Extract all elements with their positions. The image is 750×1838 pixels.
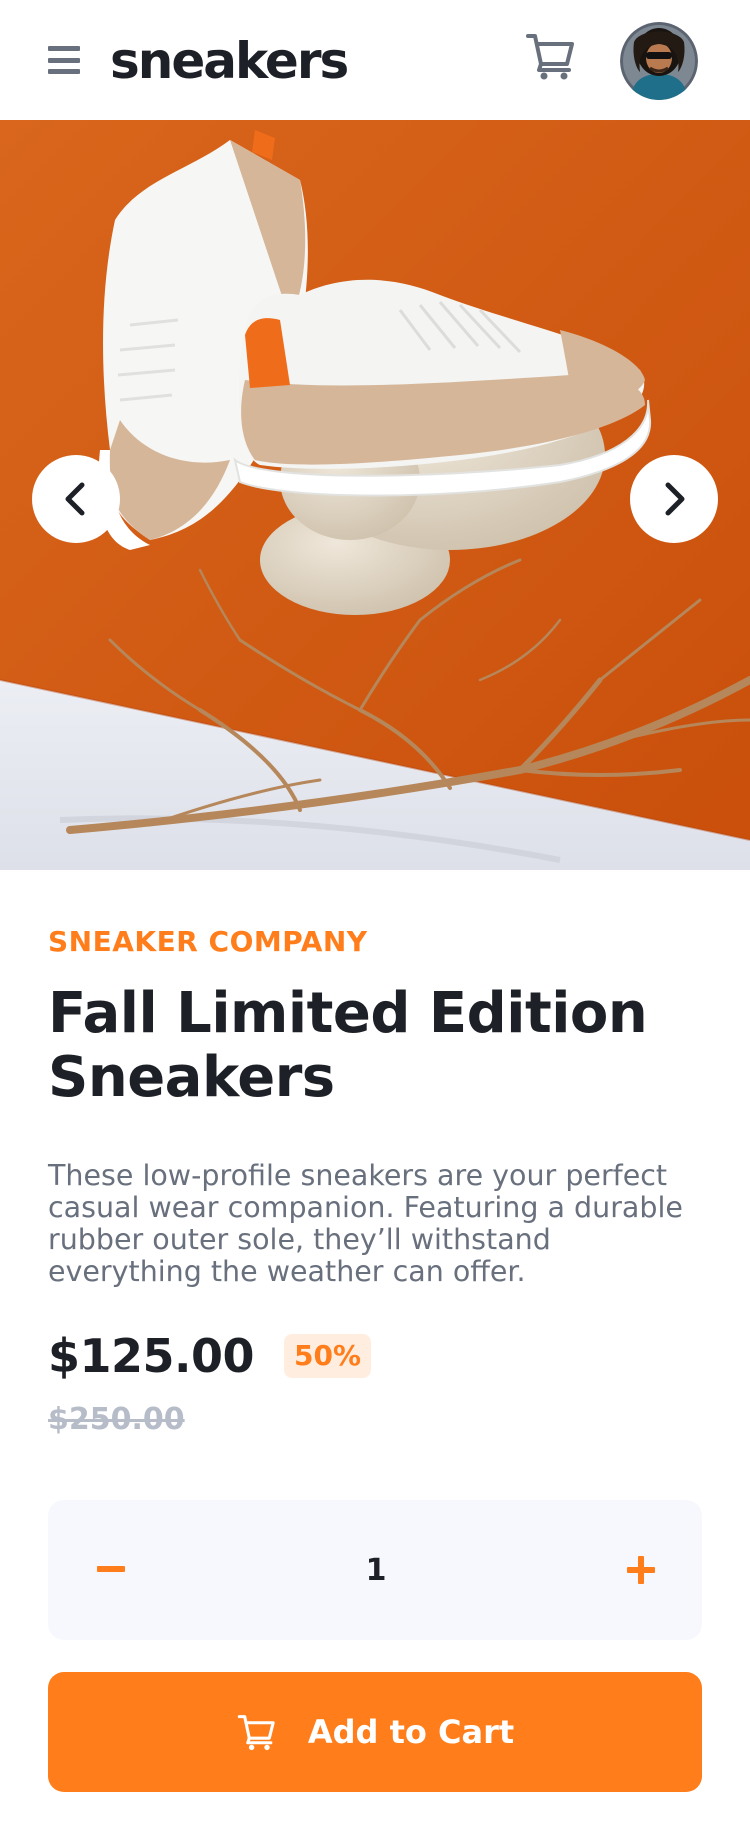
quantity-stepper: 1 (48, 1500, 702, 1640)
menu-line (48, 46, 80, 51)
plus-icon (627, 1556, 655, 1584)
add-to-cart-label: Add to Cart (307, 1713, 515, 1751)
next-image-button[interactable] (630, 455, 718, 543)
product-image (0, 120, 750, 870)
quantity-value: 1 (365, 1552, 387, 1588)
add-to-cart-button[interactable]: Add to Cart (48, 1672, 702, 1792)
chevron-left-icon (65, 482, 85, 516)
price-row: $125.00 50% (48, 1328, 702, 1384)
company-name: SNEAKER COMPANY (48, 925, 368, 958)
cart-icon (237, 1715, 275, 1751)
original-price: $250.00 (48, 1402, 185, 1437)
logo[interactable]: sneakers (110, 27, 349, 95)
increase-quantity-button[interactable] (626, 1555, 656, 1585)
minus-icon (97, 1566, 125, 1572)
hamburger-menu-icon[interactable] (48, 46, 80, 74)
menu-line (48, 69, 80, 74)
site-header: sneakers (0, 0, 750, 120)
product-title: Fall Limited Edition Sneakers (48, 981, 648, 1110)
discount-badge: 50% (284, 1334, 372, 1378)
product-details: SNEAKER COMPANY Fall Limited Edition Sne… (0, 924, 750, 1792)
decrease-quantity-button[interactable] (96, 1555, 126, 1585)
cart-icon[interactable] (525, 30, 577, 82)
previous-image-button[interactable] (32, 455, 120, 543)
product-description: These low-profile sneakers are your perf… (48, 1159, 683, 1288)
menu-line (48, 57, 80, 63)
avatar[interactable] (620, 22, 698, 100)
chevron-right-icon (665, 482, 685, 516)
current-price: $125.00 (48, 1329, 255, 1383)
